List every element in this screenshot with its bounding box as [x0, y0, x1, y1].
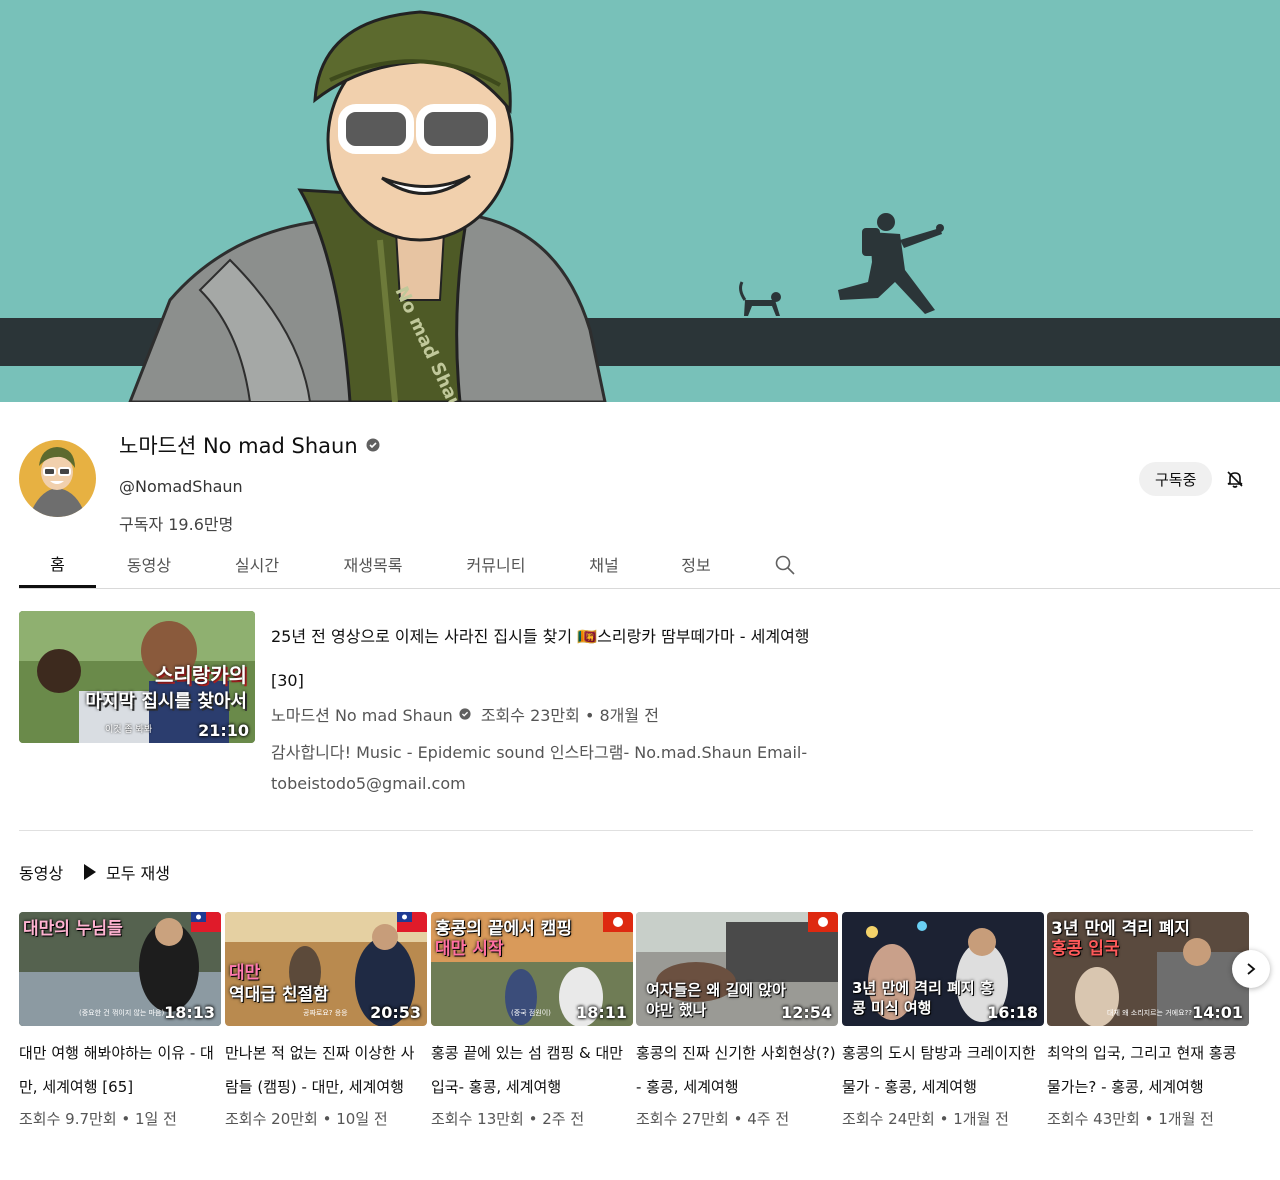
thumb-caption-2: 역대급 친절함 [229, 985, 329, 1005]
bell-off-icon [1227, 471, 1243, 488]
banner-illustration: No mad Shaun [128, 10, 944, 402]
video-title[interactable]: 홍콩 끝에 있는 섬 캠핑 & 대만 입국- 홍콩, 세계여행 [431, 1036, 633, 1104]
thumb-caption: 여자들은 왜 길에 앉아야만 했나 [646, 981, 786, 1019]
featured-duration: 21:10 [198, 721, 249, 740]
video-thumbnail[interactable]: 대만의 누님들 (중요한 건 꺾이지 않는 마음) 18:13 [19, 912, 221, 1026]
thumb-caption: 3년 만에 격리 폐지 홍콩 미식 여행 [852, 979, 994, 1017]
chevron-right-icon [1247, 963, 1256, 975]
tab-playlists[interactable]: 재생목록 [334, 540, 412, 588]
video-duration: 18:11 [576, 1003, 627, 1022]
thumb-caption-2: 홍콩 입국 [1051, 939, 1120, 959]
thumb-small-caption: 공짜로요? 응응 [303, 1009, 348, 1017]
video-card[interactable]: 홍콩의 끝에서 캠핑 대만 시작 (중국 점원이) 18:11 홍콩 끝에 있는… [431, 912, 633, 1129]
play-all-button[interactable]: 모두 재생 [84, 860, 170, 884]
thumb-caption-2: 대만 시작 [435, 939, 504, 959]
verified-icon [366, 438, 380, 452]
play-icon [84, 864, 96, 880]
video-thumbnail[interactable]: 여자들은 왜 길에 앉아야만 했나 12:54 [636, 912, 838, 1026]
tab-channels[interactable]: 채널 [579, 540, 629, 588]
featured-video-meta: 노마드션 No mad Shaun 조회수 23만회 • 8개월 전 [271, 702, 659, 726]
taiwan-flag-icon [191, 912, 221, 932]
featured-channel-name[interactable]: 노마드션 No mad Shaun [271, 702, 453, 726]
video-meta: 조회수 24만회 • 1개월 전 [842, 1110, 1009, 1128]
tab-about[interactable]: 정보 [671, 540, 721, 588]
featured-views-age: 조회수 23만회 • 8개월 전 [480, 706, 659, 725]
video-title[interactable]: 홍콩의 도시 탐방과 크레이지한 물가 - 홍콩, 세계여행 [842, 1036, 1044, 1104]
thumb-small-caption: (중요한 건 꺾이지 않는 마음) [79, 1009, 165, 1017]
video-meta: 조회수 27만회 • 4주 전 [636, 1110, 790, 1128]
video-duration: 12:54 [781, 1003, 832, 1022]
tab-community[interactable]: 커뮤니티 [457, 540, 535, 588]
featured-video-title[interactable]: 25년 전 영상으로 이제는 사라진 집시들 찾기 🇱🇰스리랑카 땀부떼가마 -… [271, 615, 811, 703]
channel-banner: No mad Shaun [0, 0, 1280, 402]
video-meta: 조회수 13만회 • 2주 전 [431, 1110, 585, 1128]
video-thumbnail[interactable]: 홍콩의 끝에서 캠핑 대만 시작 (중국 점원이) 18:11 [431, 912, 633, 1026]
thumb-caption: 대만의 누님들 [23, 919, 123, 939]
video-meta: 조회수 43만회 • 1개월 전 [1047, 1110, 1214, 1128]
subscriber-count: 구독자 19.6만명 [119, 515, 234, 534]
video-duration: 16:18 [987, 1003, 1038, 1022]
subscribed-button[interactable]: 구독중 [1139, 462, 1213, 496]
verified-icon [459, 708, 471, 720]
video-title[interactable]: 대만 여행 해봐야하는 이유 - 대만, 세계여행 [65] [19, 1036, 221, 1104]
video-thumbnail[interactable]: 대만 역대급 친절함 공짜로요? 응응 20:53 [225, 912, 427, 1026]
video-title[interactable]: 홍콩의 진짜 신기한 사회현상(?) - 홍콩, 세계여행 [636, 1036, 838, 1104]
video-card[interactable]: 여자들은 왜 길에 앉아야만 했나 12:54 홍콩의 진짜 신기한 사회현상(… [636, 912, 838, 1129]
channel-name[interactable]: 노마드션 No mad Shaun [119, 430, 380, 460]
video-duration: 18:13 [164, 1003, 215, 1022]
video-thumbnail[interactable]: 3년 만에 격리 폐지 홍콩 입국 대체 왜 소리지르는 거에요?? 14:01 [1047, 912, 1249, 1026]
shelf-next-button[interactable] [1232, 950, 1270, 988]
channel-tabs: 홈 동영상 실시간 재생목록 커뮤니티 채널 정보 [19, 540, 1280, 589]
video-duration: 14:01 [1192, 1003, 1243, 1022]
tab-live[interactable]: 실시간 [224, 540, 290, 588]
video-meta: 조회수 20만회 • 10일 전 [225, 1110, 388, 1128]
featured-thumb-caption-1: 스리랑카의 [155, 663, 247, 687]
video-duration: 20:53 [370, 1003, 421, 1022]
tab-videos[interactable]: 동영상 [114, 540, 184, 588]
video-thumbnail[interactable]: 3년 만에 격리 폐지 홍콩 미식 여행 16:18 [842, 912, 1044, 1026]
thumb-small-caption: (중국 점원이) [511, 1009, 551, 1017]
notification-bell-button[interactable] [1218, 462, 1252, 496]
taiwan-flag-icon [397, 912, 427, 932]
video-meta: 조회수 9.7만회 • 1일 전 [19, 1110, 177, 1128]
video-card[interactable]: 대만 역대급 친절함 공짜로요? 응응 20:53 만나본 적 없는 진짜 이상… [225, 912, 427, 1129]
video-card[interactable]: 3년 만에 격리 폐지 홍콩 입국 대체 왜 소리지르는 거에요?? 14:01… [1047, 912, 1249, 1129]
video-card[interactable]: 3년 만에 격리 폐지 홍콩 미식 여행 16:18 홍콩의 도시 탐방과 크레… [842, 912, 1044, 1129]
video-title[interactable]: 최악의 입국, 그리고 현재 홍콩 물가는? - 홍콩, 세계여행 [1047, 1036, 1249, 1104]
featured-video-description: 감사합니다! Music - Epidemic sound 인스타그램- No.… [271, 743, 808, 793]
hongkong-flag-icon [603, 912, 633, 932]
video-title[interactable]: 만나본 적 없는 진짜 이상한 사람들 (캠핑) - 대만, 세계여행 [225, 1036, 427, 1104]
play-all-label: 모두 재생 [106, 864, 170, 883]
featured-thumb-caption-2: 마지막 집시를 찾아서 [85, 691, 247, 712]
channel-name-text: 노마드션 No mad Shaun [119, 434, 358, 458]
shelf-title[interactable]: 동영상 [19, 860, 63, 884]
search-icon[interactable] [774, 554, 796, 576]
tab-home[interactable]: 홈 [19, 540, 96, 588]
video-card[interactable]: 대만의 누님들 (중요한 건 꺾이지 않는 마음) 18:13 대만 여행 해봐… [19, 912, 221, 1129]
channel-handle: @NomadShaun [119, 477, 243, 496]
thumb-small-caption: 대체 왜 소리지르는 거에요?? [1107, 1009, 1192, 1017]
channel-avatar[interactable] [19, 440, 96, 517]
featured-thumb-small-caption: 이것 좀 봐봐 [105, 725, 153, 735]
hongkong-flag-icon [808, 912, 838, 932]
section-divider [19, 830, 1253, 831]
featured-video-thumbnail[interactable]: 스리랑카의 마지막 집시를 찾아서 이것 좀 봐봐 21:10 [19, 611, 255, 743]
